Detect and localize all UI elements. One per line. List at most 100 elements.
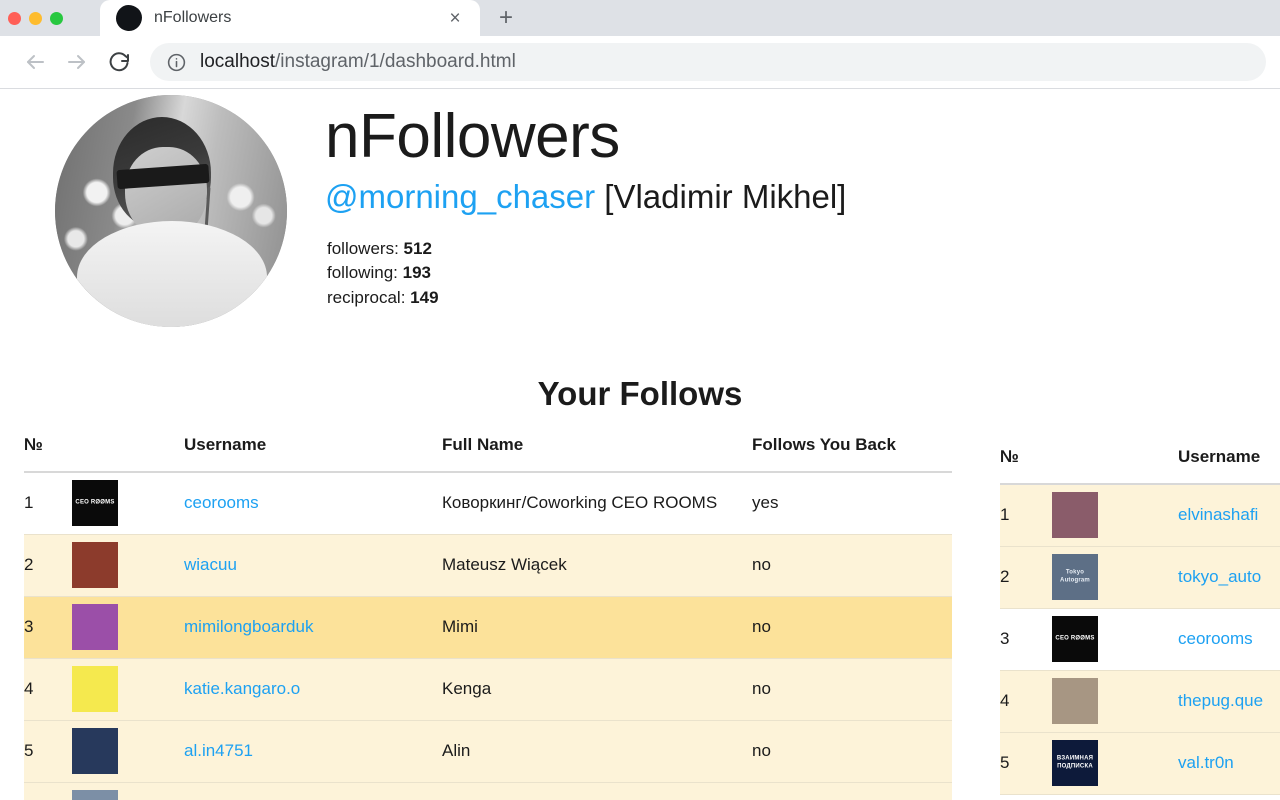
url-text: localhost/instagram/1/dashboard.html [200, 51, 516, 73]
cell-number: 2 [1000, 546, 1052, 609]
wiacuu-avatar [72, 542, 118, 588]
stat-following: following: 193 [327, 261, 846, 285]
profile-info: nFollowers @morning_chaser [Vladimir Mik… [287, 95, 846, 327]
blob-favicon [116, 5, 142, 31]
cell-number: 1 [1000, 484, 1052, 547]
valtr0n-avatar: ВЗАИМНАЯ ПОДПИСКА [1052, 740, 1098, 786]
stat-followers-label: followers: [327, 239, 399, 259]
browser-tab[interactable]: nFollowers × [100, 0, 480, 36]
cell-number: 3 [24, 596, 72, 659]
cell-number: 5 [1000, 732, 1052, 795]
username-link[interactable]: wiacuu [184, 555, 237, 574]
column-header-picture [72, 435, 184, 472]
thepug-queen-avatar [1052, 678, 1098, 724]
cell-picture: CEO RØØMS [1052, 608, 1178, 671]
row6-avatar [72, 790, 118, 800]
table-row[interactable]: 3 mimilongboarduk Mimi no [24, 596, 952, 659]
close-icon[interactable]: × [442, 5, 468, 31]
cell-username: wiacuu [184, 534, 442, 597]
follows-table: № Username Full Name Follows You Back 1C… [24, 435, 952, 800]
table-header-row: № Username Full Name Follows You Back [24, 435, 952, 472]
column-header-number[interactable]: № [1000, 447, 1052, 484]
username-link[interactable]: katie.kangaro.o [184, 679, 300, 698]
cell-number: 4 [24, 658, 72, 721]
cell-username: tokyo_auto [1178, 546, 1280, 609]
ceorooms-avatar: CEO RØØMS [1052, 616, 1098, 662]
table-row[interactable]: 3 CEO RØØMS ceorooms [1000, 608, 1280, 671]
profile-identity: @morning_chaser [Vladimir Mikhel] [325, 173, 846, 221]
reload-icon[interactable] [98, 41, 140, 83]
username-link[interactable]: mimilongboarduk [184, 617, 313, 636]
username-link[interactable]: elvinashafi [1178, 505, 1258, 524]
table-row[interactable]: 6 [24, 782, 952, 800]
browser-window: nFollowers × + localhost/instagram/1/das… [0, 0, 1280, 800]
cell-picture [72, 596, 184, 659]
cell-picture [1052, 484, 1178, 547]
cell-username [184, 782, 442, 800]
cell-picture [72, 658, 184, 721]
new-tab-button[interactable]: + [484, 0, 528, 36]
cell-picture: CEO RØØMS [72, 472, 184, 535]
username-link[interactable]: val.tr0n [1178, 753, 1234, 772]
table-row[interactable]: 5 ВЗАИМНАЯ ПОДПИСКА val.tr0n [1000, 732, 1280, 795]
mimilongboarduk-avatar [72, 604, 118, 650]
elvinashafi-avatar [1052, 492, 1098, 539]
username-link[interactable]: thepug.que [1178, 691, 1263, 710]
column-header-username[interactable]: Username [1178, 447, 1280, 484]
cell-fullname: Kenga [442, 658, 752, 721]
column-header-fullname[interactable]: Full Name [442, 435, 752, 472]
username-link[interactable]: ceorooms [184, 493, 259, 512]
cell-fullname [442, 782, 752, 800]
tab-title: nFollowers [154, 9, 232, 26]
cell-picture: Tokyo Autogram [1052, 546, 1178, 609]
page-title: nFollowers [325, 102, 620, 171]
table-row[interactable]: 4 katie.kangaro.o Kenga no [24, 658, 952, 721]
stat-followers-value: 512 [403, 239, 432, 259]
tab-strip: nFollowers × + [0, 0, 1280, 36]
username-link[interactable]: ceorooms [1178, 629, 1253, 648]
avatar [55, 95, 287, 327]
avatar-label: CEO RØØMS [1055, 635, 1095, 642]
ceorooms-avatar: CEO RØØMS [72, 480, 118, 527]
site-info-icon[interactable] [166, 52, 188, 73]
page-content: nFollowers @morning_chaser [Vladimir Mik… [0, 90, 1280, 800]
table-row[interactable]: 1 elvinashafi [1000, 484, 1280, 547]
cell-follows-back: no [752, 596, 952, 659]
table-row[interactable]: 1 CEO RØØMS ceorooms Коворкинг/Coworking CE… [24, 472, 952, 535]
followers-table: № Username 1 elvinashafi 2 Tokyo Autogram to… [1000, 447, 1280, 795]
cell-picture [1052, 670, 1178, 733]
back-arrow-icon[interactable] [14, 41, 56, 83]
column-header-username[interactable]: Username [184, 435, 442, 472]
followers-table-body: 1 elvinashafi 2 Tokyo Autogram tokyo_auto 3 CE… [1000, 484, 1280, 795]
close-window-button[interactable] [8, 11, 21, 25]
avatar-label: CEO RØØMS [75, 499, 115, 506]
cell-follows-back: yes [752, 472, 952, 535]
profile-stats: followers: 512 following: 193 reciprocal… [325, 237, 846, 309]
cell-number: 5 [24, 720, 72, 783]
forward-arrow-icon[interactable] [56, 41, 98, 83]
username-link[interactable]: al.in4751 [184, 741, 253, 760]
avatar-label: Tokyo Autogram [1060, 569, 1090, 584]
table-row[interactable]: 5 al.in4751 Alin no [24, 720, 952, 783]
stat-following-label: following: [327, 263, 398, 283]
address-bar[interactable]: localhost/instagram/1/dashboard.html [150, 43, 1266, 81]
table-row[interactable]: 4 thepug.que [1000, 670, 1280, 733]
username-link[interactable]: tokyo_auto [1178, 567, 1261, 586]
table-row[interactable]: 2 Tokyo Autogram tokyo_auto [1000, 546, 1280, 609]
cell-follows-back: no [752, 720, 952, 783]
cell-picture: ВЗАИМНАЯ ПОДПИСКА [1052, 732, 1178, 795]
column-header-follows-back[interactable]: Follows You Back [752, 435, 952, 472]
column-header-number[interactable]: № [24, 435, 72, 472]
minimize-window-button[interactable] [29, 11, 42, 25]
cell-number: 3 [1000, 608, 1052, 671]
table-row[interactable]: 2 wiacuu Mateusz Wiącek no [24, 534, 952, 597]
profile-handle[interactable]: @morning_chaser [325, 178, 595, 215]
cell-number: 4 [1000, 670, 1052, 733]
browser-toolbar: localhost/instagram/1/dashboard.html [0, 36, 1280, 89]
cell-username: mimilongboarduk [184, 596, 442, 659]
maximize-window-button[interactable] [50, 11, 63, 25]
cell-follows-back: no [752, 658, 952, 721]
cell-username: katie.kangaro.o [184, 658, 442, 721]
cell-username: thepug.que [1178, 670, 1280, 733]
alin4751-avatar [72, 728, 118, 774]
